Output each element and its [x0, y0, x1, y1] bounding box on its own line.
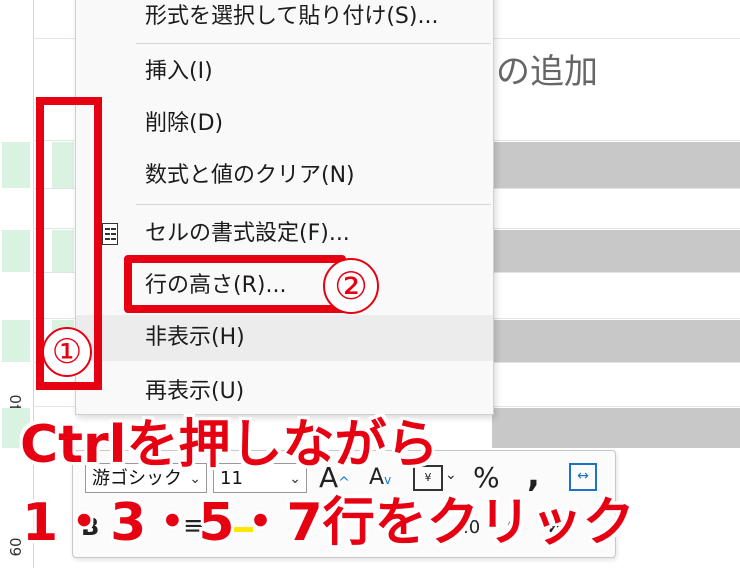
selected-row-cell [2, 320, 30, 362]
menu-item-label: 削除(D) [145, 111, 224, 136]
menu-item-insert[interactable]: 挿入(I) [76, 49, 493, 95]
selected-row-band[interactable] [492, 142, 740, 188]
menu-item-format-cells[interactable]: セルの書式設定(F)... [76, 211, 493, 257]
menu-item-label: 形式を選択して貼り付け(S)... [145, 4, 439, 29]
menu-separator [136, 204, 491, 205]
menu-item-label: 挿入(I) [145, 59, 213, 84]
format-cells-icon [102, 223, 118, 245]
step-1-marker: ① [42, 327, 92, 377]
selected-row-cell [2, 230, 30, 272]
menu-item-hide[interactable]: 非表示(H) [76, 315, 493, 361]
menu-item-clear-contents[interactable]: 数式と値のクリア(N) [76, 153, 493, 199]
menu-item-paste-special[interactable]: 形式を選択して貼り付け(S)... [76, 0, 493, 40]
menu-item-label: 非表示(H) [145, 325, 245, 350]
menu-separator [136, 43, 491, 44]
instruction-line-1: Ctrlを押しながら [20, 415, 439, 475]
selected-row-band[interactable] [492, 320, 740, 362]
selected-row-band[interactable] [492, 230, 740, 272]
highlight-row-height [124, 255, 346, 313]
menu-item-label: セルの書式設定(F)... [145, 221, 350, 246]
selected-row-band[interactable] [492, 408, 740, 448]
instruction-line-2: 1・3・5・7行をクリック [22, 493, 635, 553]
step-2-marker: ② [323, 258, 379, 314]
context-menu: 形式を選択して貼り付け(S)... 挿入(I) 削除(D) 数式と値のクリア(N… [75, 0, 494, 415]
menu-item-label: 数式と値のクリア(N) [145, 163, 355, 188]
sheet-heading: の追加 [496, 52, 598, 92]
selected-row-cell [2, 142, 30, 188]
menu-item-delete[interactable]: 削除(D) [76, 101, 493, 147]
